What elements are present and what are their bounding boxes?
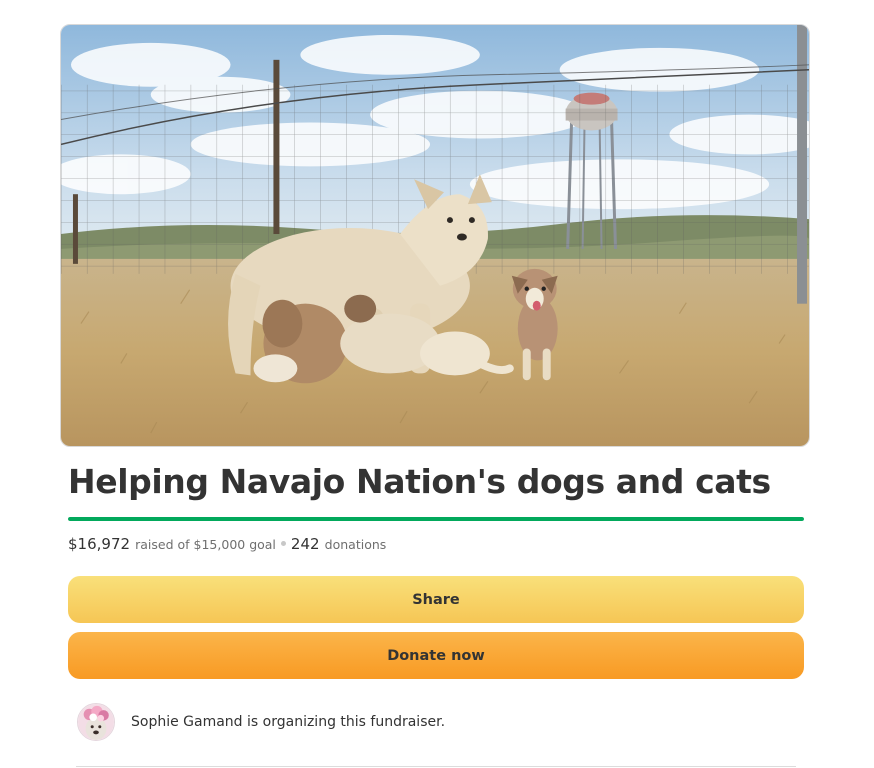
donations-count: 242 bbox=[290, 535, 320, 553]
share-button[interactable]: Share bbox=[68, 576, 804, 623]
campaign-hero-photo[interactable] bbox=[60, 24, 810, 447]
fundraiser-page: Helping Navajo Nation's dogs and cats $1… bbox=[0, 0, 874, 768]
goal-text: raised of $15,000 goal bbox=[135, 537, 276, 552]
separator-dot bbox=[280, 541, 286, 546]
donations-label: donations bbox=[324, 537, 387, 552]
organizer-avatar[interactable] bbox=[77, 703, 115, 741]
fundraising-stats: $16,972 raised of $15,000 goal 242 donati… bbox=[68, 534, 386, 555]
section-divider bbox=[76, 766, 796, 767]
fundraising-progress-fill bbox=[68, 517, 804, 521]
organizer-text: Sophie Gamand is organizing this fundrai… bbox=[131, 714, 446, 730]
amount-raised: $16,972 bbox=[68, 535, 131, 553]
campaign-title: Helping Navajo Nation's dogs and cats bbox=[68, 462, 771, 501]
organizer-row: Sophie Gamand is organizing this fundrai… bbox=[77, 703, 445, 741]
fundraising-progress-bar bbox=[68, 517, 804, 521]
donate-now-button[interactable]: Donate now bbox=[68, 632, 804, 679]
